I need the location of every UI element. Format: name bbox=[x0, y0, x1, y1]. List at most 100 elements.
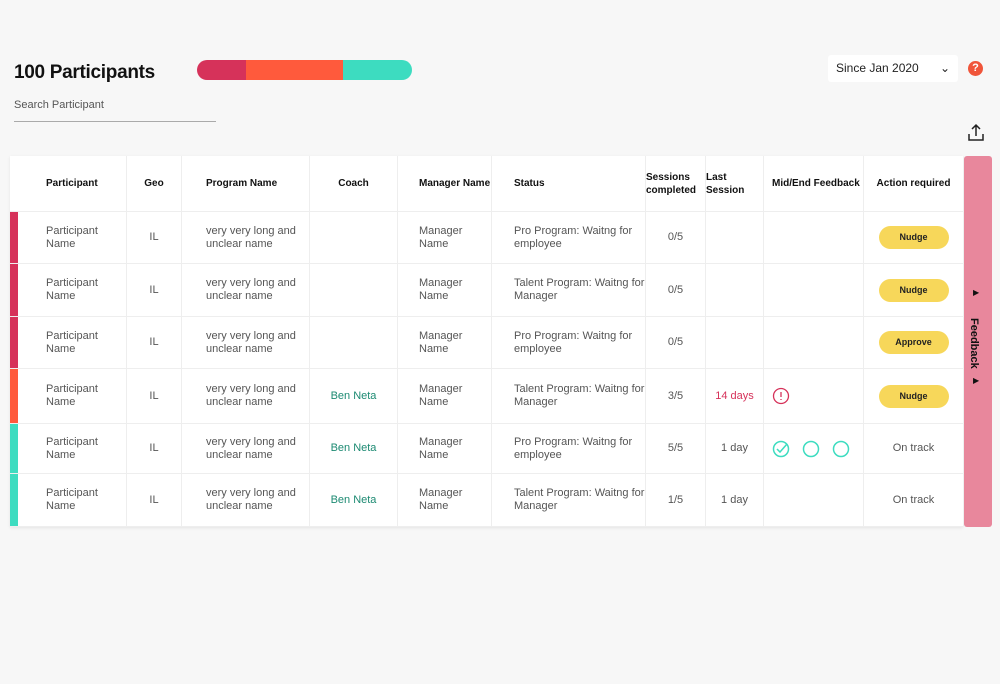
search-input[interactable]: Search Participant bbox=[14, 99, 216, 122]
sessions-cell: 1/5 bbox=[646, 474, 706, 526]
feedback-cell bbox=[764, 424, 864, 473]
last-cell: 1 day bbox=[706, 424, 764, 473]
upload-icon[interactable] bbox=[966, 123, 986, 143]
table-row[interactable]: Participant Name IL very very long and unc… bbox=[10, 424, 963, 474]
empty-circle-icon bbox=[832, 440, 850, 457]
column-header[interactable]: Sessions completed bbox=[646, 156, 706, 211]
column-header[interactable]: Geo bbox=[127, 156, 182, 211]
column-header[interactable]: Status bbox=[492, 156, 646, 211]
help-icon[interactable]: ? bbox=[968, 61, 983, 76]
status-stripe bbox=[10, 317, 18, 368]
last-cell: 1 day bbox=[706, 474, 764, 526]
geo-cell: IL bbox=[127, 317, 182, 368]
column-header[interactable]: Manager Name bbox=[398, 156, 492, 211]
table-row[interactable]: Participant Name IL very very long and unc… bbox=[10, 474, 963, 527]
status-cell: Pro Program: Waitng for employee bbox=[492, 424, 646, 473]
table-row[interactable]: Participant Name IL very very long and unc… bbox=[10, 317, 963, 369]
progress-segment bbox=[246, 60, 344, 80]
period-value: Since Jan 2020 bbox=[836, 61, 919, 75]
sessions-cell: 0/5 bbox=[646, 212, 706, 263]
last-cell: 14 days bbox=[706, 369, 764, 423]
approve-button[interactable]: Approve bbox=[878, 331, 949, 354]
action-cell: On track bbox=[864, 424, 963, 473]
feedback-cell bbox=[764, 212, 864, 263]
nudge-button[interactable]: Nudge bbox=[878, 226, 949, 249]
last-cell bbox=[706, 317, 764, 368]
status-stripe bbox=[10, 369, 18, 423]
geo-cell: IL bbox=[127, 264, 182, 316]
geo-cell: IL bbox=[127, 212, 182, 263]
action-cell: Nudge bbox=[864, 264, 963, 316]
program-cell: very very long and unclear name bbox=[182, 424, 310, 473]
table-row[interactable]: Participant Name IL very very long and unc… bbox=[10, 264, 963, 317]
status-stripe bbox=[10, 264, 18, 316]
manager-cell: Manager Name bbox=[398, 212, 492, 263]
geo-cell: IL bbox=[127, 424, 182, 473]
manager-cell: Manager Name bbox=[398, 264, 492, 316]
program-cell: very very long and unclear name bbox=[182, 317, 310, 368]
nudge-button[interactable]: Nudge bbox=[878, 278, 949, 302]
program-cell: very very long and unclear name bbox=[182, 264, 310, 316]
coach-cell: Ben Neta bbox=[310, 424, 398, 473]
column-header[interactable]: Action required bbox=[864, 156, 963, 211]
status-text: On track bbox=[892, 493, 935, 506]
progress-segment bbox=[343, 60, 412, 80]
status-text: On track bbox=[892, 442, 935, 454]
manager-cell: Manager Name bbox=[398, 369, 492, 423]
nudge-button[interactable]: Nudge bbox=[878, 384, 949, 408]
geo-cell: IL bbox=[127, 474, 182, 526]
participant-cell: Participant Name bbox=[10, 424, 127, 473]
column-header[interactable]: Last Session bbox=[706, 156, 764, 211]
participant-cell: Participant Name bbox=[10, 317, 127, 368]
period-dropdown[interactable]: Since Jan 2020 ⌄ bbox=[828, 55, 958, 82]
program-cell: very very long and unclear name bbox=[182, 369, 310, 423]
status-stripe bbox=[10, 424, 18, 473]
status-cell: Talent Program: Waitng for Manager bbox=[492, 474, 646, 526]
manager-cell: Manager Name bbox=[398, 317, 492, 368]
empty-circle-icon bbox=[802, 440, 820, 457]
check-circle-icon bbox=[772, 440, 790, 457]
program-cell: very very long and unclear name bbox=[182, 474, 310, 526]
participants-table: Participant Geo Program Name Coach Manager N… bbox=[10, 156, 963, 527]
progress-segment bbox=[197, 60, 247, 80]
status-distribution-bar bbox=[197, 60, 412, 80]
arrow-right-icon: ▶ bbox=[973, 288, 980, 297]
feedback-cell bbox=[764, 264, 864, 316]
column-header[interactable]: Coach bbox=[310, 156, 398, 211]
status-cell: Pro Program: Waitng for employee bbox=[492, 317, 646, 368]
feedback-cell bbox=[764, 474, 864, 526]
table-row[interactable]: Participant Name IL very very long and unc… bbox=[10, 212, 963, 264]
table-header: Participant Geo Program Name Coach Manager N… bbox=[10, 156, 963, 212]
feedback-tab[interactable]: ▶ Feedback ▶ bbox=[964, 156, 992, 527]
chevron-down-icon: ⌄ bbox=[939, 61, 950, 75]
status-stripe bbox=[10, 212, 18, 263]
page-title: 100 Participants bbox=[14, 62, 155, 83]
status-stripe bbox=[10, 474, 18, 526]
program-cell: very very long and unclear name bbox=[182, 212, 310, 263]
action-cell: On track bbox=[864, 474, 963, 526]
coach-cell: Ben Neta bbox=[310, 369, 398, 423]
status-cell: Talent Program: Waitng for Manager bbox=[492, 264, 646, 316]
manager-cell: Manager Name bbox=[398, 474, 492, 526]
arrow-right-icon: ▶ bbox=[973, 376, 980, 385]
sessions-cell: 3/5 bbox=[646, 369, 706, 423]
coach-cell: Ben Neta bbox=[310, 474, 398, 526]
participant-cell: Participant Name bbox=[10, 369, 127, 423]
last-cell bbox=[706, 264, 764, 316]
action-cell: Nudge bbox=[864, 212, 963, 263]
coach-cell bbox=[310, 264, 398, 316]
column-header[interactable]: Mid/End Feedback bbox=[764, 156, 864, 211]
sessions-cell: 5/5 bbox=[646, 424, 706, 473]
coach-cell bbox=[310, 317, 398, 368]
feedback-cell bbox=[764, 369, 864, 423]
coach-cell bbox=[310, 212, 398, 263]
status-cell: Pro Program: Waitng for employee bbox=[492, 212, 646, 263]
column-header[interactable]: Program Name bbox=[182, 156, 310, 211]
alert-circle-icon bbox=[772, 387, 790, 405]
manager-cell: Manager Name bbox=[398, 424, 492, 473]
action-cell: Approve bbox=[864, 317, 963, 368]
column-header[interactable]: Participant bbox=[10, 156, 127, 211]
sessions-cell: 0/5 bbox=[646, 264, 706, 316]
table-row[interactable]: Participant Name IL very very long and unc… bbox=[10, 369, 963, 424]
action-cell: Nudge bbox=[864, 369, 963, 423]
